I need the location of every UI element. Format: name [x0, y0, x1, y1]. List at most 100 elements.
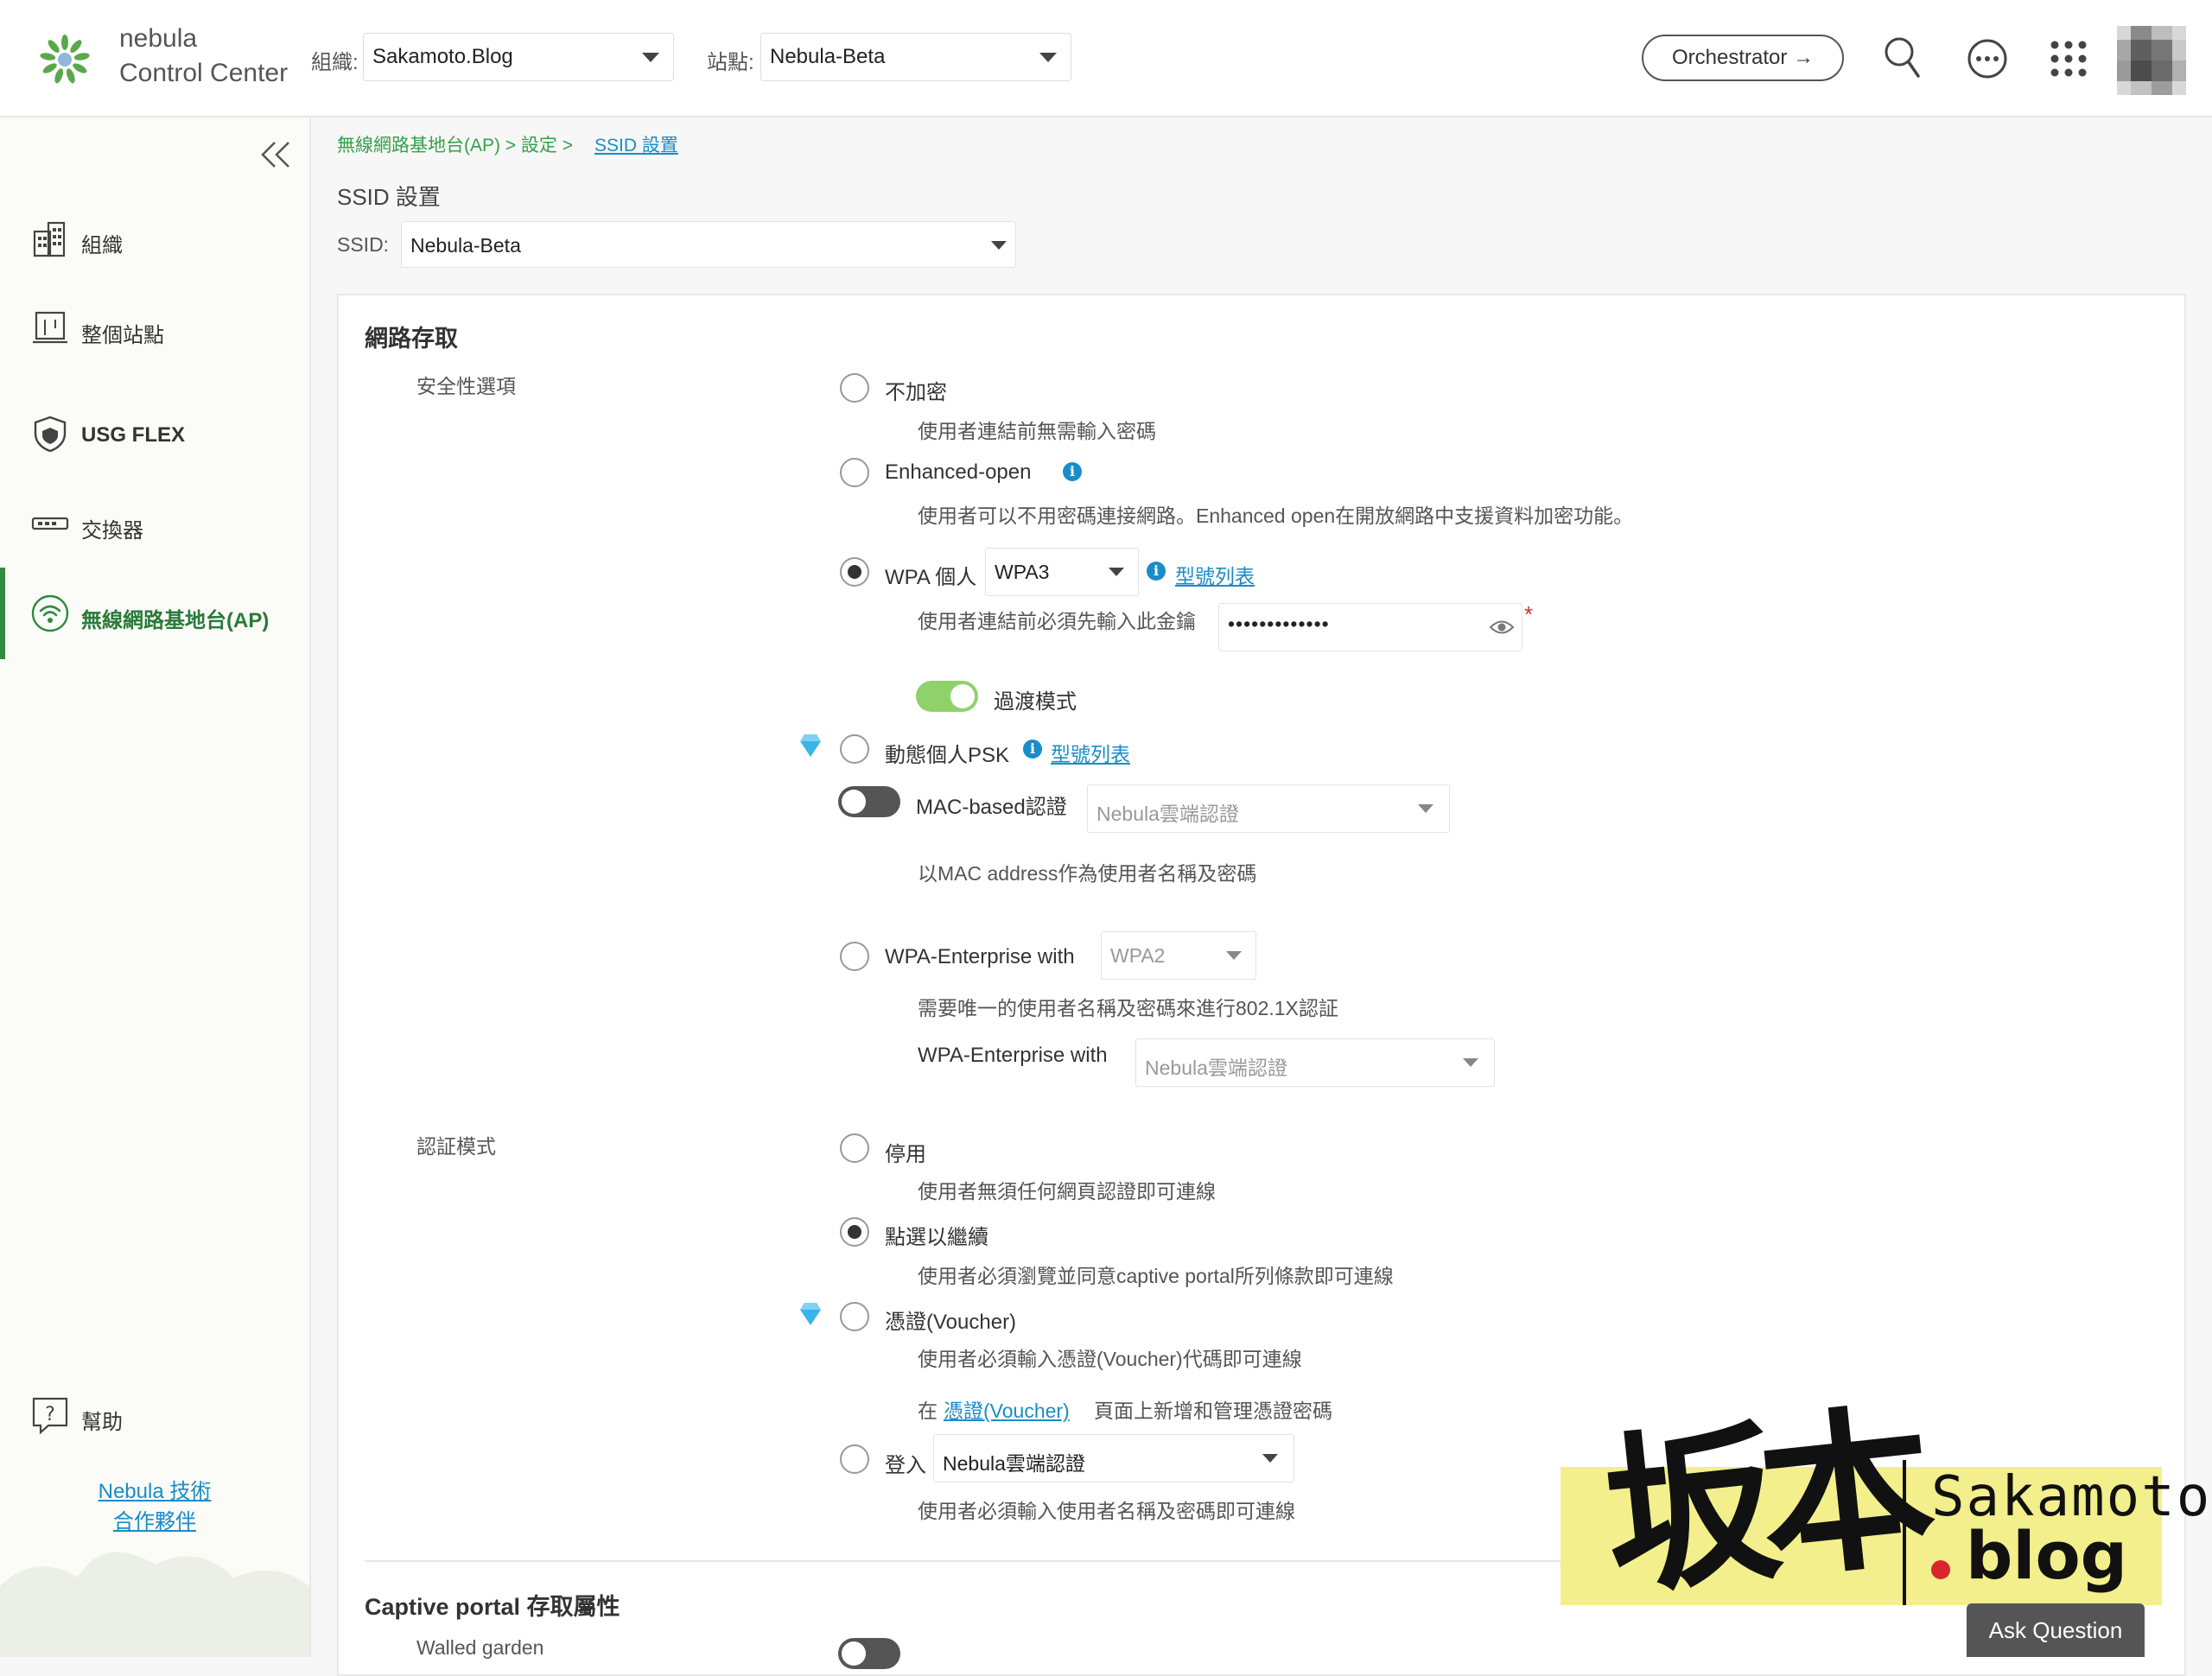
sidebar-item-label: 組織 — [81, 234, 123, 257]
sidebar-item-switch[interactable]: 交換器 — [31, 505, 299, 548]
transition-mode-label: 過渡模式 — [994, 690, 1077, 714]
chevron-down-icon — [1418, 804, 1433, 813]
no-encryption-label: 不加密 — [885, 381, 947, 404]
chevron-down-icon — [1463, 1058, 1478, 1067]
collapse-sidebar-icon[interactable] — [259, 140, 294, 169]
sidebar-item-ap[interactable]: 無線網路基地台(AP) — [31, 594, 299, 638]
radio-auth-disabled[interactable] — [840, 1133, 869, 1163]
network-access-title: 網路存取 — [365, 326, 458, 352]
radio-sign-on[interactable] — [840, 1444, 869, 1474]
click-through-desc: 使用者必須瀏覽並同意captive portal所列條款即可連線 — [918, 1265, 1394, 1287]
info-icon[interactable]: i — [1063, 462, 1082, 481]
radio-no-encryption[interactable] — [840, 373, 869, 403]
premium-diamond-icon — [800, 1310, 821, 1325]
click-through-label: 點選以繼續 — [885, 1226, 988, 1249]
walled-garden-label: Walled garden — [416, 1636, 544, 1659]
info-icon[interactable]: i — [1023, 740, 1042, 759]
model-list-link[interactable]: 型號列表 — [1175, 560, 1255, 589]
wpa-enterprise-version-value: WPA2 — [1110, 944, 1166, 967]
voucher-manage-suffix: 頁面上新增和管理憑證密碼 — [1094, 1400, 1332, 1422]
voucher-manage-prefix: 在 — [918, 1400, 938, 1422]
sign-on-select-value: Nebula雲端認證 — [943, 1452, 1085, 1475]
enhanced-open-desc: 使用者可以不用密碼連接網路。Enhanced open在開放網路中支援資料加密功… — [918, 505, 1634, 527]
eye-icon[interactable] — [1489, 618, 1515, 637]
radio-wpa-enterprise[interactable] — [840, 942, 869, 971]
org-select-value: Sakamoto.Blog — [372, 45, 513, 68]
sidebar-item-site[interactable]: 整個站點 — [31, 309, 299, 352]
auth-disabled-label: 停用 — [885, 1143, 926, 1166]
walled-garden-toggle[interactable] — [838, 1638, 900, 1669]
help-icon: ? — [32, 1397, 68, 1434]
sign-on-label: 登入 — [885, 1454, 926, 1477]
info-icon[interactable]: i — [1147, 562, 1166, 581]
apps-grid-icon[interactable] — [2050, 40, 2088, 78]
sidebar-item-organization[interactable]: 組織 — [31, 219, 299, 263]
site-label: 站點: — [707, 51, 754, 74]
wpa-version-select[interactable]: WPA3 — [985, 548, 1139, 596]
chevron-down-icon — [1262, 1454, 1278, 1463]
brand-name: nebula — [119, 24, 198, 53]
dynamic-psk-label: 動態個人PSK — [885, 744, 1010, 767]
key-desc: 使用者連結前必須先輸入此金鑰 — [918, 610, 1196, 632]
radio-enhanced-open[interactable] — [840, 458, 869, 487]
wifi-icon — [31, 594, 69, 632]
sidebar-item-label: 無線網路基地台(AP) — [81, 609, 270, 632]
chevron-down-icon — [991, 241, 1007, 250]
mac-auth-select[interactable]: Nebula雲端認證 — [1087, 784, 1450, 833]
radio-click-through[interactable] — [840, 1217, 869, 1247]
active-indicator — [0, 568, 5, 659]
sidebar-item-label: USG FLEX — [81, 423, 186, 447]
avatar[interactable] — [2117, 26, 2186, 95]
mac-auth-toggle[interactable] — [838, 786, 900, 817]
preshared-key-input[interactable]: ••••••••••••• — [1218, 603, 1522, 651]
chevron-down-icon — [1109, 568, 1124, 576]
more-options-icon[interactable] — [1967, 38, 2008, 79]
nebula-logo-icon — [40, 35, 90, 84]
site-select[interactable]: Nebula-Beta — [760, 33, 1071, 81]
watermark-logo-text: 坂本 — [1595, 1385, 1927, 1621]
wpa-enterprise-auth-value: Nebula雲端認證 — [1145, 1057, 1287, 1079]
wpa-enterprise-version-select[interactable]: WPA2 — [1101, 931, 1256, 980]
premium-diamond-icon — [800, 741, 821, 757]
enhanced-open-label: Enhanced-open — [885, 460, 1032, 484]
radio-dynamic-psk[interactable] — [840, 734, 869, 764]
breadcrumb[interactable]: 無線網路基地台(AP) > 設定 > — [337, 131, 573, 157]
radio-voucher[interactable] — [840, 1302, 869, 1331]
cloud-decoration — [0, 1552, 309, 1657]
svg-text:?: ? — [45, 1404, 55, 1425]
sidebar: 組織 整個站點 USG FLEX 交換器 無線網路基地台(AP) ? 幫助 Ne… — [0, 117, 311, 1657]
captive-portal-title: Captive portal 存取屬性 — [365, 1594, 620, 1620]
wpa-enterprise-with-label: WPA-Enterprise with — [918, 1044, 1108, 1067]
help-item[interactable]: ? 幫助 — [31, 1396, 299, 1439]
voucher-page-link[interactable]: 憑證(Voucher) — [944, 1394, 1070, 1424]
mac-auth-label: MAC-based認證 — [916, 796, 1067, 819]
preshared-key-value: ••••••••••••• — [1228, 613, 1330, 635]
sidebar-item-label: 整個站點 — [81, 324, 164, 347]
required-mark: * — [1524, 601, 1534, 627]
wpa-enterprise-auth-select[interactable]: Nebula雲端認證 — [1135, 1038, 1495, 1087]
site-select-value: Nebula-Beta — [770, 45, 886, 68]
sign-on-select[interactable]: Nebula雲端認證 — [933, 1434, 1294, 1482]
ssid-select[interactable]: Nebula-Beta — [401, 221, 1016, 268]
transition-mode-toggle[interactable] — [916, 681, 978, 712]
org-select[interactable]: Sakamoto.Blog — [363, 33, 674, 81]
brand-subtitle: Control Center — [119, 59, 289, 87]
wpa-version-value: WPA3 — [995, 561, 1050, 583]
orchestrator-button[interactable]: Orchestrator → — [1642, 35, 1844, 81]
ask-question-button[interactable]: Ask Question — [1967, 1603, 2145, 1657]
sidebar-item-label: 交換器 — [81, 519, 143, 543]
breadcrumb-current[interactable]: SSID 設置 — [594, 131, 678, 157]
ssid-label: SSID: — [337, 233, 390, 256]
page-title: SSID 設置 — [337, 184, 441, 210]
partner-link[interactable]: Nebula 技術 — [0, 1474, 309, 1504]
toggle-knob — [842, 1641, 866, 1666]
model-list-link-2[interactable]: 型號列表 — [1051, 738, 1130, 767]
toggle-knob — [842, 790, 866, 814]
org-label: 組織: — [311, 51, 359, 74]
help-label: 幫助 — [81, 1411, 123, 1434]
sidebar-item-usg-flex[interactable]: USG FLEX — [31, 415, 299, 458]
chevron-down-icon — [642, 53, 659, 62]
radio-wpa-personal[interactable] — [840, 557, 869, 587]
search-icon[interactable] — [1882, 35, 1922, 79]
chevron-down-icon — [1039, 53, 1057, 62]
